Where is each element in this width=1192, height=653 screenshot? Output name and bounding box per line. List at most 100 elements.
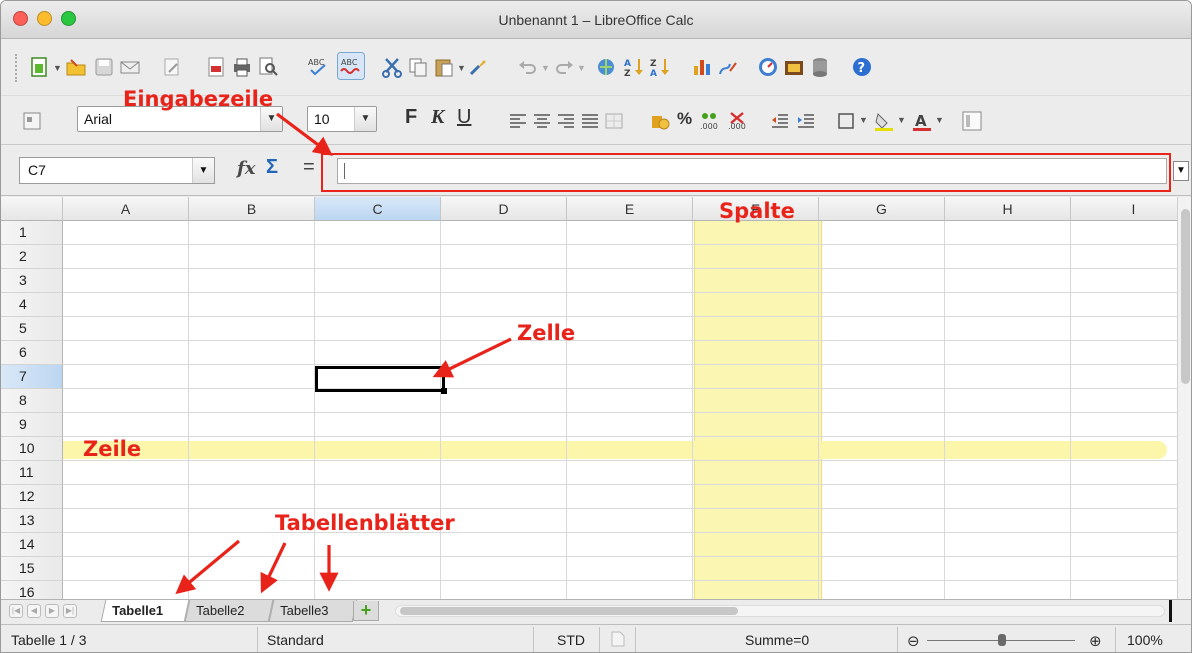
next-sheet-button[interactable]: ▶ [45,604,59,618]
column-header-d[interactable]: D [441,197,567,221]
page-style[interactable]: Standard [267,632,324,648]
name-box[interactable]: C7 ▼ [19,157,215,184]
chart-icon[interactable] [691,56,713,78]
email-icon[interactable] [119,56,141,78]
column-header-g[interactable]: G [819,197,945,221]
redo-icon[interactable] [553,56,575,78]
expand-formula-bar-button[interactable]: ▼ [1173,161,1189,181]
justify-icon[interactable] [579,110,601,132]
row-header-12[interactable]: 12 [1,485,63,509]
zoom-slider-knob[interactable] [998,634,1006,646]
background-color-icon[interactable] [873,110,895,132]
column-header-h[interactable]: H [945,197,1071,221]
tab-split-handle[interactable] [1169,600,1172,622]
fill-handle[interactable] [441,388,447,394]
delete-decimal-icon[interactable]: .000 [727,110,749,132]
zoom-level[interactable]: 100% [1127,632,1163,648]
help-icon[interactable]: ? [851,56,873,78]
last-sheet-button[interactable]: ▶| [63,604,77,618]
increase-indent-icon[interactable] [795,110,817,132]
row-header-10[interactable]: 10 [1,437,63,461]
add-sheet-button[interactable]: + [353,601,379,621]
row-header-1[interactable]: 1 [1,221,63,245]
function-button[interactable]: = [303,156,315,179]
page-preview-icon[interactable] [257,56,279,78]
row-header-2[interactable]: 2 [1,245,63,269]
row-header-6[interactable]: 6 [1,341,63,365]
column-header-i[interactable]: I [1071,197,1177,221]
row-header-13[interactable]: 13 [1,509,63,533]
redo-dropdown-arrow[interactable]: ▼ [577,63,586,73]
column-header-e[interactable]: E [567,197,693,221]
column-header-a[interactable]: A [63,197,189,221]
undo-icon[interactable] [517,56,539,78]
gallery-icon[interactable] [783,56,805,78]
print-icon[interactable] [231,56,253,78]
export-pdf-icon[interactable] [205,56,227,78]
clone-formatting-icon[interactable] [467,56,489,78]
spreadsheet-grid[interactable]: ABCDEFGHI 1 2 3 4 5 6 7 8 9 10 11 12 13 14 15 16 [1,197,1177,599]
new-dropdown-arrow[interactable]: ▼ [53,63,62,73]
open-folder-icon[interactable] [65,56,87,78]
show-draw-icon[interactable] [961,110,983,132]
row-header-3[interactable]: 3 [1,269,63,293]
row-header-5[interactable]: 5 [1,317,63,341]
font-color-icon[interactable]: A [911,110,933,132]
spellcheck-icon[interactable]: ABC [307,56,329,78]
styles-icon[interactable] [21,110,43,132]
row-header-7[interactable]: 7 [1,365,63,389]
borders-icon[interactable] [835,110,857,132]
select-all-corner[interactable] [1,197,63,221]
cut-icon[interactable] [381,56,403,78]
zoom-in-icon[interactable]: ⊕ [1089,632,1102,650]
cell-cursor[interactable] [315,366,447,394]
column-header-b[interactable]: B [189,197,315,221]
row-header-15[interactable]: 15 [1,557,63,581]
percent-button[interactable]: % [677,109,692,129]
paste-icon[interactable] [433,56,455,78]
function-wizard-icon[interactable]: fx [237,158,255,179]
previous-sheet-button[interactable]: ◀ [27,604,41,618]
row-header-4[interactable]: 4 [1,293,63,317]
currency-icon[interactable] [649,110,671,132]
align-center-icon[interactable] [531,110,553,132]
autospellcheck-icon[interactable]: ABC [337,52,365,80]
sort-descending-icon[interactable]: ZA [649,56,671,78]
paste-dropdown-arrow[interactable]: ▼ [457,63,466,73]
sheet-tab-1[interactable]: Tabelle1 [100,600,190,622]
background-color-dropdown-arrow[interactable]: ▼ [897,115,906,125]
merge-cells-icon[interactable] [603,110,625,132]
draw-functions-icon[interactable] [717,56,739,78]
vertical-scrollbar[interactable] [1177,197,1191,599]
edit-file-icon[interactable] [161,56,183,78]
sum-icon[interactable]: Σ [266,156,278,179]
navigator-icon[interactable] [757,56,779,78]
hyperlink-icon[interactable] [595,56,617,78]
save-icon[interactable] [93,56,115,78]
font-size-combobox[interactable]: 10 ▼ [307,106,377,132]
row-header-9[interactable]: 9 [1,413,63,437]
data-sources-icon[interactable] [809,56,831,78]
zoom-out-icon[interactable]: ⊖ [907,632,920,650]
align-left-icon[interactable] [507,110,529,132]
decrease-indent-icon[interactable] [769,110,791,132]
row-header-14[interactable]: 14 [1,533,63,557]
add-decimal-icon[interactable]: .000 [699,110,721,132]
row-header-16[interactable]: 16 [1,581,63,599]
align-right-icon[interactable] [555,110,577,132]
font-color-dropdown-arrow[interactable]: ▼ [935,115,944,125]
italic-button[interactable]: K [431,106,444,129]
column-header-c[interactable]: C [315,197,441,221]
row-header-11[interactable]: 11 [1,461,63,485]
horizontal-scrollbar[interactable] [395,605,1165,617]
vertical-scroll-thumb[interactable] [1181,209,1190,384]
borders-dropdown-arrow[interactable]: ▼ [859,115,868,125]
chevron-down-icon[interactable]: ▼ [354,107,376,131]
new-document-icon[interactable] [29,56,51,78]
first-sheet-button[interactable]: |◀ [9,604,23,618]
row-header-8[interactable]: 8 [1,389,63,413]
sort-ascending-icon[interactable]: AZ [623,56,645,78]
bold-button[interactable]: F [405,106,417,129]
underline-button[interactable]: U [457,106,471,129]
undo-dropdown-arrow[interactable]: ▼ [541,63,550,73]
